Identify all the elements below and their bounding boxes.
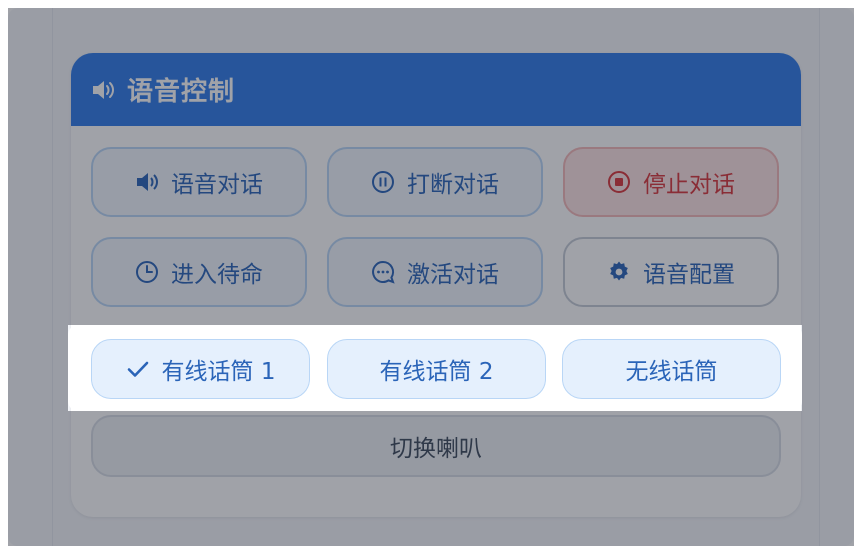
check-icon <box>127 361 148 377</box>
panel-title: 语音控制 <box>127 77 236 107</box>
app-window: 语音控制 语音对话 打断对话 停止对话 进入待命 激活对话 语音配置 切换喇叭 <box>8 8 854 546</box>
mic-option-wired-2[interactable]: 有线话筒 2 <box>327 339 546 399</box>
voice-chat-button[interactable]: 语音对话 <box>91 147 307 217</box>
mic-option-label: 有线话筒 1 <box>161 359 276 385</box>
activate-chat-button[interactable]: 激活对话 <box>327 237 543 307</box>
interrupt-chat-label: 打断对话 <box>407 172 499 198</box>
stop-chat-button[interactable]: 停止对话 <box>563 147 779 217</box>
standby-label: 进入待命 <box>171 262 263 288</box>
panel-header: 语音控制 <box>71 53 801 126</box>
voice-chat-label: 语音对话 <box>171 172 263 198</box>
switch-speaker-button[interactable]: 切换喇叭 <box>91 415 781 477</box>
divider-right <box>819 8 820 546</box>
divider-left <box>52 8 53 546</box>
mic-option-wireless[interactable]: 无线话筒 <box>562 339 781 399</box>
mic-option-label: 有线话筒 2 <box>379 359 494 385</box>
mic-option-wired-1[interactable]: 有线话筒 1 <box>91 339 310 399</box>
stop-circle-icon <box>607 170 631 194</box>
pause-circle-icon <box>371 170 395 194</box>
switch-speaker-label: 切换喇叭 <box>390 436 482 462</box>
chat-bubble-icon <box>371 260 395 284</box>
stop-chat-label: 停止对话 <box>643 172 735 198</box>
interrupt-chat-button[interactable]: 打断对话 <box>327 147 543 217</box>
speaker-icon <box>93 80 114 99</box>
voice-settings-label: 语音配置 <box>643 262 735 288</box>
mic-option-label: 无线话筒 <box>625 359 718 385</box>
activate-chat-label: 激活对话 <box>407 262 499 288</box>
voice-settings-button[interactable]: 语音配置 <box>563 237 779 307</box>
speaker-icon <box>135 170 159 194</box>
standby-button[interactable]: 进入待命 <box>91 237 307 307</box>
clock-icon <box>135 260 159 284</box>
voice-control-panel: 语音控制 语音对话 打断对话 停止对话 进入待命 激活对话 语音配置 切换喇叭 <box>71 53 801 517</box>
gear-icon <box>607 260 631 284</box>
